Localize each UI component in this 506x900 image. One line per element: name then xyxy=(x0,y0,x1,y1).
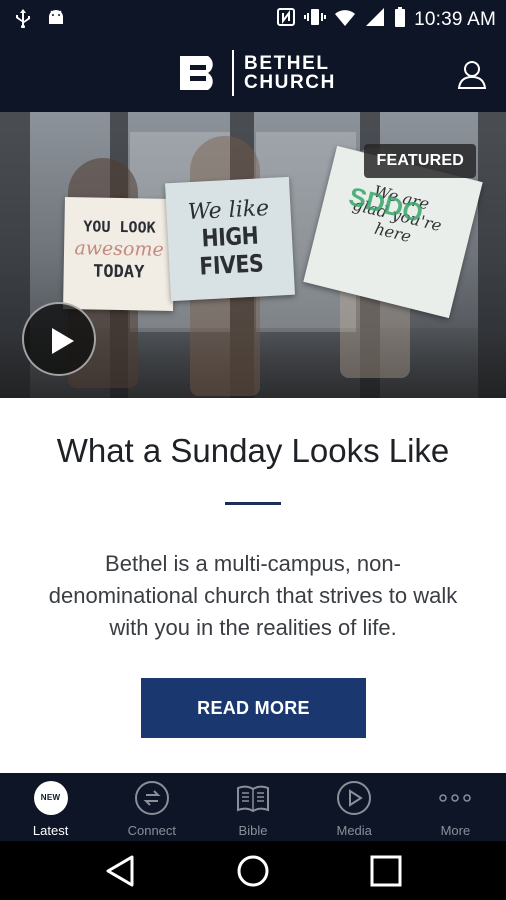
tab-bible[interactable]: Bible xyxy=(202,773,303,841)
article-title: What a Sunday Looks Like xyxy=(56,432,450,469)
wifi-icon xyxy=(334,7,356,32)
article-description: Bethel is a multi-campus, non-denominati… xyxy=(48,551,458,640)
system-nav-bar xyxy=(0,841,506,900)
more-icon xyxy=(439,794,472,802)
tab-label: Bible xyxy=(238,823,268,838)
nfc-icon xyxy=(276,7,296,32)
logo-mark-icon xyxy=(180,56,213,90)
tab-label: More xyxy=(440,823,471,838)
battery-icon xyxy=(394,6,406,33)
user-icon[interactable] xyxy=(456,58,488,90)
status-time: 10:39 AM xyxy=(414,8,496,30)
sign1-line3: TODAY xyxy=(92,261,145,283)
tab-connect[interactable]: Connect xyxy=(101,773,202,841)
media-icon xyxy=(337,781,372,815)
connect-icon xyxy=(134,781,169,815)
new-badge-icon: NEW xyxy=(33,781,68,815)
tab-label: Connect xyxy=(127,823,177,838)
logo-divider xyxy=(232,50,234,96)
signal-icon xyxy=(364,7,386,32)
logo-text: BETHEL CHURCH xyxy=(244,54,336,92)
article-card: What a Sunday Looks Like Bethel is a mul… xyxy=(0,398,506,773)
logo-line1: BETHEL xyxy=(244,53,330,74)
status-bar: 10:39 AM xyxy=(0,0,506,36)
tab-latest[interactable]: NEW Latest xyxy=(0,773,101,841)
sign1-line2: awesome xyxy=(74,237,164,261)
bible-icon xyxy=(237,785,269,813)
vibrate-icon xyxy=(304,7,327,32)
bottom-tab-bar: NEW Latest Connect Bible Media More xyxy=(0,773,506,841)
featured-badge: FEATURED xyxy=(364,144,476,178)
tab-media[interactable]: Media xyxy=(304,773,405,841)
sign2-line2: HIGH FIVES xyxy=(198,221,264,281)
home-icon[interactable] xyxy=(235,853,271,889)
sign-high-fives: We like HIGH FIVES xyxy=(164,176,296,302)
recents-icon[interactable] xyxy=(368,853,404,889)
featured-hero-image[interactable]: YOU LOOK awesome TODAY We like HIGH FIVE… xyxy=(0,112,506,398)
play-icon xyxy=(52,328,74,354)
read-more-button[interactable]: READ MORE xyxy=(141,678,366,738)
new-badge: NEW xyxy=(33,781,68,815)
sign-you-look-awesome: YOU LOOK awesome TODAY xyxy=(63,197,175,311)
bethel-logo[interactable]: BETHEL CHURCH xyxy=(178,50,336,96)
title-divider xyxy=(225,502,281,505)
sign1-line1: YOU LOOK xyxy=(83,217,156,237)
logo-line2: CHURCH xyxy=(244,72,336,93)
android-icon xyxy=(46,8,66,33)
usb-icon xyxy=(14,8,32,33)
back-icon[interactable] xyxy=(102,853,138,889)
tab-more[interactable]: More xyxy=(405,773,506,841)
tab-label: Media xyxy=(336,823,372,838)
tab-label: Latest xyxy=(32,823,69,838)
app-header: BETHEL CHURCH xyxy=(0,36,506,112)
play-button[interactable] xyxy=(22,302,96,376)
